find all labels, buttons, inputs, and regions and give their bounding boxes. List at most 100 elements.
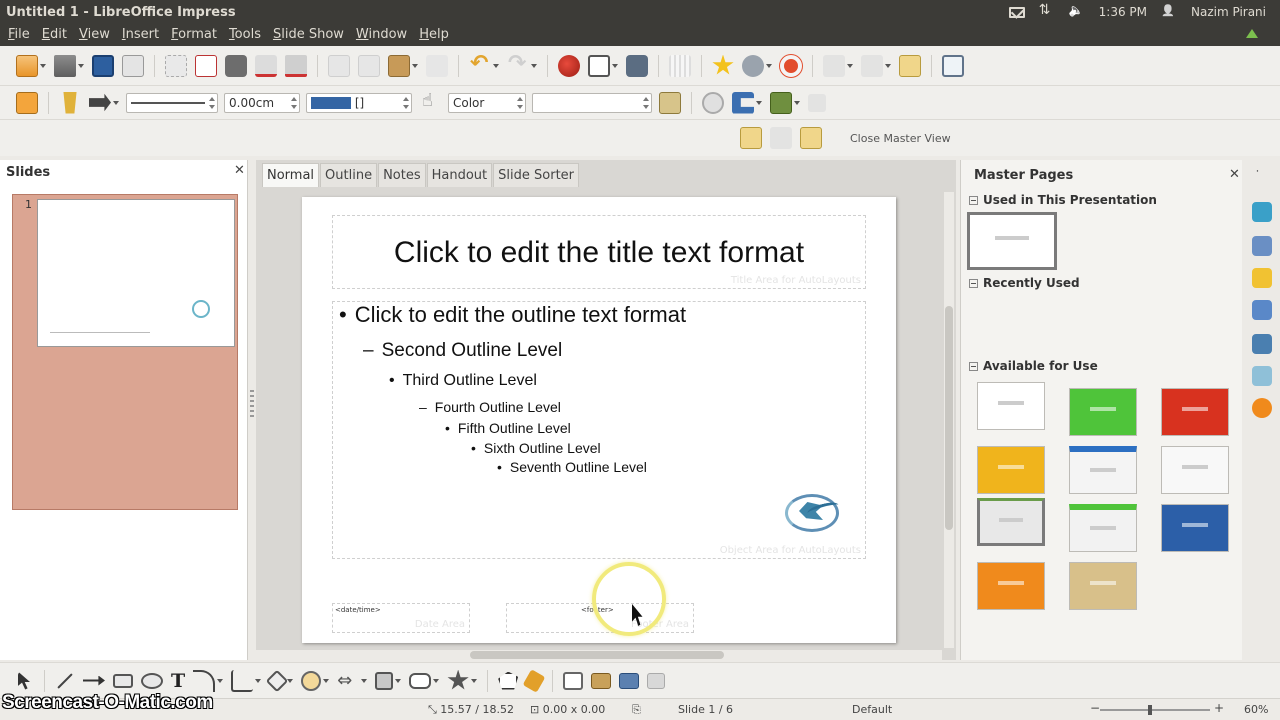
callouts-dropdown-icon[interactable] [433, 678, 440, 683]
points-edit-icon[interactable] [498, 671, 519, 690]
area-style-hand-icon[interactable] [419, 90, 441, 114]
sidebar-menu-icon[interactable]: ⸱ [1256, 164, 1270, 178]
open-dropdown-icon[interactable] [78, 63, 84, 68]
outline-area[interactable]: • Click to edit the outline text format –… [332, 301, 866, 559]
tab-handout[interactable]: Handout [426, 163, 493, 187]
align-icon[interactable] [732, 91, 754, 114]
text-tool-icon[interactable]: T [171, 670, 185, 692]
master-pages-deck-icon[interactable] [1252, 236, 1272, 256]
insert-text-frame-icon[interactable] [563, 671, 584, 690]
vertical-scroll-thumb[interactable] [945, 306, 953, 530]
menu-window[interactable]: Window [350, 24, 413, 46]
master-page-thumb[interactable] [1069, 504, 1137, 552]
paste-dropdown-icon[interactable] [412, 63, 418, 68]
horizontal-scrollbar[interactable] [256, 650, 942, 660]
zoom-icon[interactable] [742, 54, 764, 77]
master-page-thumb[interactable] [1161, 446, 1229, 494]
styles-deck-icon[interactable] [1252, 334, 1272, 354]
menu-file[interactable]: File [2, 24, 36, 46]
ellipse-tool-icon[interactable] [141, 672, 163, 689]
paste-icon[interactable] [388, 54, 410, 77]
menu-slide-show[interactable]: Slide Show [267, 24, 350, 46]
flowchart-dropdown-icon[interactable] [395, 678, 402, 683]
basic-shapes-dropdown-icon[interactable] [287, 678, 294, 683]
spelling-icon[interactable] [255, 54, 277, 77]
used-section-header[interactable]: Used in This Presentation [969, 193, 1157, 207]
notes-icon[interactable] [899, 54, 921, 77]
flip-icon[interactable] [808, 93, 826, 112]
autospellcheck-icon[interactable] [285, 54, 307, 77]
block-arrows-icon[interactable]: ⇔ [337, 670, 359, 692]
connector-tool-icon[interactable] [231, 669, 254, 692]
export-pdf-icon[interactable] [195, 54, 217, 77]
slide-thumbnail[interactable]: 1 [12, 194, 238, 510]
new-master-icon[interactable] [740, 127, 762, 149]
shadow-icon[interactable] [659, 91, 681, 114]
zoom-out-icon[interactable]: − [1090, 701, 1100, 715]
layout-dropdown-icon[interactable] [885, 63, 891, 68]
symbol-shapes-dropdown-icon[interactable] [323, 678, 330, 683]
copy-icon[interactable] [358, 54, 380, 77]
clone-formatting-icon[interactable] [426, 54, 448, 77]
tab-slide-sorter[interactable]: Slide Sorter [493, 163, 580, 187]
available-section-header[interactable]: Available for Use [969, 359, 1098, 373]
fill-format-icon[interactable] [63, 91, 77, 114]
save-icon[interactable] [92, 54, 114, 77]
master-page-thumb[interactable] [1069, 446, 1137, 494]
mail-icon[interactable] [1008, 6, 1025, 18]
menu-edit[interactable]: Edit [36, 24, 73, 46]
line-style-select[interactable] [126, 92, 218, 113]
title-area[interactable]: Click to edit the title text format Titl… [332, 215, 866, 289]
callouts-icon[interactable] [409, 672, 432, 689]
new-dropdown-icon[interactable] [40, 63, 46, 68]
undo-icon[interactable] [469, 51, 491, 77]
print-icon[interactable] [225, 54, 247, 77]
block-arrows-dropdown-icon[interactable] [361, 678, 368, 683]
new-document-icon[interactable] [16, 54, 38, 77]
master-page-thumb[interactable] [1161, 504, 1229, 552]
styles-formatting-icon[interactable] [16, 91, 38, 114]
user-name[interactable]: Nazim Pirani [1191, 5, 1266, 19]
menu-format[interactable]: Format [165, 24, 223, 46]
line-ends-icon[interactable] [89, 93, 111, 112]
rename-master-icon[interactable] [800, 127, 822, 149]
flowchart-icon[interactable] [375, 671, 394, 690]
close-master-pages-icon[interactable]: ✕ [1229, 167, 1240, 182]
properties-deck-icon[interactable] [1252, 202, 1272, 222]
line-width-field[interactable]: 0.00cm [224, 92, 300, 113]
arrange-dropdown-icon[interactable] [794, 100, 800, 105]
zoom-slider[interactable] [1100, 705, 1210, 715]
insert-media-icon[interactable] [626, 54, 648, 77]
zoom-in-icon[interactable]: + [1214, 701, 1224, 715]
menu-tools[interactable]: Tools [223, 24, 267, 46]
stars-dropdown-icon[interactable] [471, 678, 478, 683]
close-slides-pane-icon[interactable]: ✕ [234, 163, 245, 178]
cut-icon[interactable] [328, 54, 350, 77]
undo-dropdown-icon[interactable] [493, 63, 499, 68]
stars-icon[interactable] [447, 669, 469, 690]
arrange-icon[interactable] [770, 91, 792, 114]
clock[interactable]: 1:36 PM [1099, 5, 1147, 19]
vertical-scrollbar[interactable] [944, 192, 954, 648]
menu-insert[interactable]: Insert [116, 24, 165, 46]
line-color-select[interactable]: [] [306, 92, 412, 113]
glue-points-icon[interactable] [522, 668, 546, 693]
curve-tool-icon[interactable] [193, 669, 216, 692]
connector-dropdown-icon[interactable] [255, 678, 262, 683]
help-icon[interactable] [780, 54, 802, 77]
date-area[interactable]: <date/time> Date Area [332, 603, 470, 633]
recent-section-header[interactable]: Recently Used [969, 276, 1080, 290]
master-page-thumb[interactable] [1161, 388, 1229, 436]
curve-dropdown-icon[interactable] [217, 678, 224, 683]
email-document-icon[interactable] [122, 54, 144, 77]
open-folder-icon[interactable] [54, 54, 76, 77]
document-modified-icon[interactable]: ⎘ [632, 703, 641, 717]
display-view-icon[interactable] [942, 54, 964, 77]
basic-shapes-icon[interactable] [265, 669, 289, 692]
close-master-view-button[interactable]: Close Master View [850, 132, 951, 145]
gallery-deck-icon[interactable] [1252, 366, 1272, 386]
master-page-used[interactable] [967, 212, 1057, 270]
master-page-thumb[interactable] [977, 498, 1045, 546]
slide-show-dropdown-icon[interactable] [847, 63, 853, 68]
area-fill-select[interactable] [532, 92, 652, 113]
